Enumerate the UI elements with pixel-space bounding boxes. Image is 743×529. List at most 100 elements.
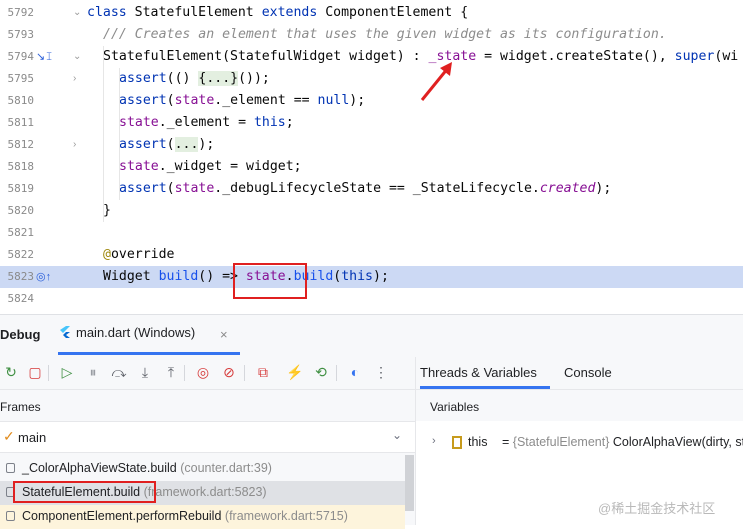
line-number[interactable]: 5810 <box>0 90 35 112</box>
hot-reload-icon[interactable]: ⚡ <box>286 363 304 381</box>
code-token: Widget <box>103 269 159 284</box>
code-text: @override <box>103 244 174 266</box>
frames-scrollbar[interactable] <box>405 455 414 511</box>
debug-toolbar: ↻ ▢ ▷ ⏸ ⤼ ⤓ ⤒ ◎ ⊘ ⧉ ⚡ ⟲ ◐ ⋮ <box>0 357 415 389</box>
code-token: state <box>174 181 215 196</box>
view-breakpoints-icon[interactable]: ◎ <box>194 363 212 381</box>
toolbar-separator <box>184 365 185 381</box>
rerun-icon[interactable]: ↻ <box>2 363 20 381</box>
code-line[interactable]: 5820} <box>0 200 743 222</box>
code-token: ._debugLifecycleState == _StateLifecycle… <box>214 181 540 196</box>
code-token: ); <box>595 181 612 196</box>
code-token: this <box>253 115 286 130</box>
thread-selector[interactable]: ✓ main ⌄ <box>0 421 415 453</box>
line-number[interactable]: 5819 <box>0 178 35 200</box>
variable-name: this <box>468 435 488 449</box>
frame-icon <box>6 463 15 473</box>
step-into-icon[interactable]: ⤓ <box>136 363 154 381</box>
close-icon[interactable]: × <box>220 327 228 342</box>
code-token: StatefulElement(StatefulWidget widget) : <box>103 49 429 64</box>
fold-icon[interactable]: ⌄ <box>73 2 83 24</box>
line-number[interactable]: 5823 <box>0 266 35 288</box>
code-line[interactable]: 5823 ◎↑ Widget build() => state.build(this… <box>0 266 743 288</box>
code-line[interactable]: 5818 state._widget = widget; <box>0 156 743 178</box>
code-token: state <box>119 115 159 130</box>
line-number[interactable]: 5824 <box>0 288 35 310</box>
code-editor[interactable]: 5792 ⌄ class StatefulElement extends Compo… <box>0 0 743 314</box>
code-token: ()); <box>238 71 270 86</box>
code-line[interactable]: 5822 @override <box>0 244 743 266</box>
line-number[interactable]: 5795 <box>0 68 35 90</box>
code-line[interactable]: 5795 › assert(() {...}()); <box>0 68 743 90</box>
code-token: ... <box>174 137 199 152</box>
code-text: /// Creates an element that uses the giv… <box>103 24 667 46</box>
code-line[interactable]: 5811 state._element = this; <box>0 112 743 134</box>
line-number[interactable]: 5792 <box>0 2 35 24</box>
code-token: created <box>539 181 596 196</box>
code-line[interactable]: 5792 ⌄ class StatefulElement extends Compo… <box>0 2 743 24</box>
tab-label: main.dart (Windows) <box>76 325 196 340</box>
step-over-icon[interactable]: ⤼ <box>110 363 128 381</box>
tab-main-dart[interactable]: main.dart (Windows) <box>60 325 195 353</box>
code-token: ( <box>166 93 175 108</box>
frame-icon <box>6 511 15 521</box>
variable-row[interactable]: › this = {StatefulElement} ColorAlphaVie… <box>416 433 743 455</box>
frames-header: Frames <box>0 389 415 422</box>
step-out-icon[interactable]: ⤒ <box>162 363 180 381</box>
code-token: /// Creates an element that uses the giv… <box>103 27 667 42</box>
frame-item[interactable]: _ColorAlphaViewState.build (counter.dart… <box>0 457 405 481</box>
pause-icon[interactable]: ⏸ <box>84 363 102 381</box>
frame-item[interactable]: ComponentElement.performRebuild (framewo… <box>0 505 405 529</box>
stop-icon[interactable]: ▢ <box>26 363 44 381</box>
chevron-down-icon[interactable]: ⌄ <box>392 428 402 442</box>
code-line[interactable]: 5819 assert(state._debugLifecycleState ==… <box>0 178 743 200</box>
code-token: override <box>110 247 175 262</box>
indent-guide <box>119 68 120 200</box>
hot-restart-icon[interactable]: ⟲ <box>312 363 330 381</box>
debug-header: Debug main.dart (Windows) × <box>0 315 743 355</box>
code-text: assert(() {...}()); <box>119 68 270 90</box>
line-number[interactable]: 5822 <box>0 244 35 266</box>
flutter-icon <box>60 326 70 338</box>
line-number[interactable]: 5794 <box>0 46 35 68</box>
code-line[interactable]: 5810 assert(state._element == null); <box>0 90 743 112</box>
settings-icon[interactable]: ⧉ <box>254 363 272 381</box>
devtools-icon[interactable]: ◐ <box>346 363 364 381</box>
tab-threads-variables[interactable]: Threads & Variables <box>420 365 537 380</box>
more-icon[interactable]: ⋮ <box>372 363 390 381</box>
watermark: @稀土掘金技术社区 <box>598 501 716 516</box>
line-number[interactable]: 5793 <box>0 24 35 46</box>
gutter-icon[interactable]: ◎↑ <box>36 266 52 288</box>
fold-icon[interactable]: ⌄ <box>73 46 83 68</box>
toolbar-separator <box>336 365 337 381</box>
line-number[interactable]: 5812 <box>0 134 35 156</box>
fold-icon[interactable]: › <box>73 134 83 156</box>
code-line[interactable]: 5824 <box>0 288 743 310</box>
line-number[interactable]: 5811 <box>0 112 35 134</box>
gutter-icon[interactable]: ↘𝙸 <box>36 46 53 68</box>
line-number[interactable]: 5818 <box>0 156 35 178</box>
code-line[interactable]: 5812 › assert(...); <box>0 134 743 156</box>
line-number[interactable]: 5820 <box>0 200 35 222</box>
tab-console[interactable]: Console <box>564 365 612 380</box>
mute-breakpoints-icon[interactable]: ⊘ <box>220 363 238 381</box>
code-line[interactable]: 5794 ↘𝙸 ⌄ StatefulElement(StatefulWidget wi… <box>0 46 743 68</box>
frames-label: Frames <box>0 400 41 414</box>
fold-icon[interactable]: › <box>73 68 83 90</box>
chevron-right-icon[interactable]: › <box>432 435 436 447</box>
code-line[interactable]: 5793 /// Creates an element that uses the… <box>0 24 743 46</box>
resume-icon[interactable]: ▷ <box>58 363 76 381</box>
code-token: null <box>317 93 350 108</box>
line-number[interactable]: 5821 <box>0 222 35 244</box>
frame-method: ComponentElement.performRebuild <box>22 509 222 523</box>
code-text: class StatefulElement extends ComponentE… <box>87 2 468 24</box>
variables-label: Variables <box>430 400 480 414</box>
code-token: extends <box>261 5 326 20</box>
frame-location: (framework.dart:5823) <box>143 485 267 499</box>
code-token: class <box>87 5 135 20</box>
code-line[interactable]: 5821 <box>0 222 743 244</box>
code-token: StatefulElement <box>134 5 262 20</box>
code-text: assert(...); <box>119 134 214 156</box>
code-token: this <box>341 269 373 284</box>
code-text: assert(state._element == null); <box>119 90 365 112</box>
